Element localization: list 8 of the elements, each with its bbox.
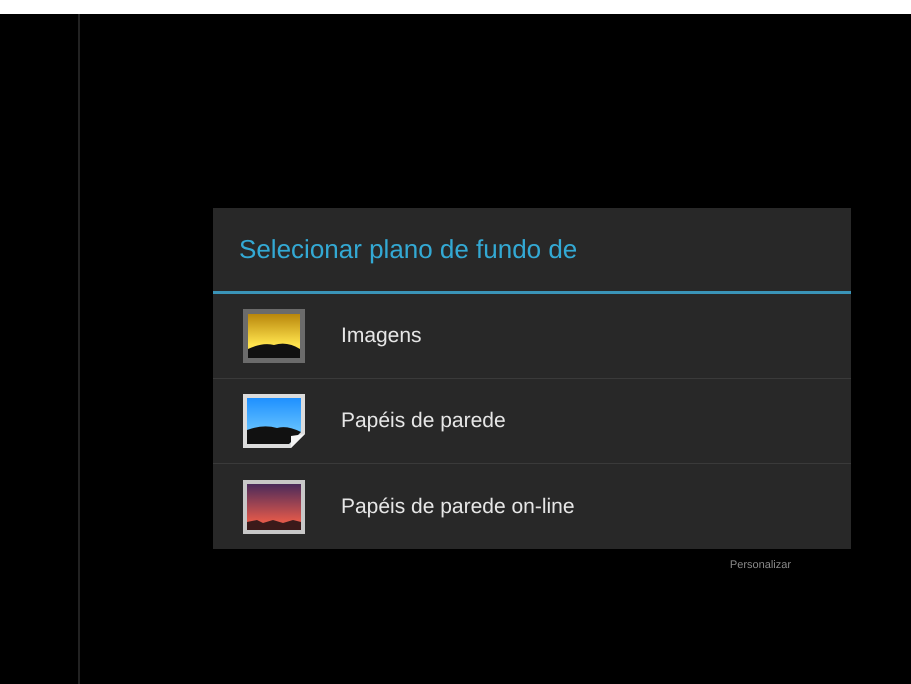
sunset-photo-icon (243, 309, 305, 363)
dusk-photo-icon (243, 480, 305, 534)
dialog-title: Selecionar plano de fundo de (213, 208, 851, 294)
source-list-item[interactable]: Imagens (213, 294, 851, 379)
source-list-item[interactable]: Papéis de parede on-line (213, 464, 851, 549)
source-list-item[interactable]: Papéis de parede (213, 379, 851, 464)
landscape-photo-icon (243, 394, 305, 448)
footer-label: Personalizar (730, 558, 791, 573)
